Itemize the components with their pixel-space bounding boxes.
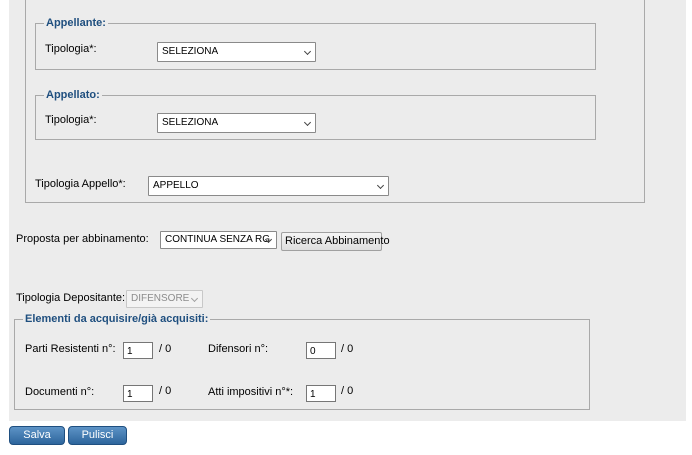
appellato-tipologia-label: Tipologia*: — [45, 114, 97, 126]
depositante-label: Tipologia Depositante: — [16, 292, 126, 304]
appellante-legend: Appellante: — [46, 17, 106, 29]
atti-impositivi-input[interactable]: 1 — [306, 385, 336, 402]
elementi-legend: Elementi da acquisire/già acquisiti: — [25, 313, 209, 325]
difensori-input[interactable]: 0 — [306, 342, 336, 359]
documenti-input[interactable]: 1 — [123, 385, 153, 402]
parti-resistenti-label: Parti Resistenti n°: — [25, 343, 116, 355]
proposta-label: Proposta per abbinamento: — [16, 233, 149, 245]
chevron-down-icon — [303, 47, 312, 56]
tipologia-appello-label: Tipologia Appello*: — [35, 178, 126, 190]
salva-button[interactable]: Salva — [9, 426, 65, 445]
parti-resistenti-input[interactable]: 1 — [123, 342, 153, 359]
appellato-tipologia-select[interactable]: SELEZIONA — [157, 113, 316, 133]
appellato-legend: Appellato: — [46, 89, 100, 101]
difensori-total: / 0 — [341, 343, 354, 355]
chevron-down-icon — [303, 118, 312, 127]
ricerca-abbinamento-button[interactable]: Ricerca Abbinamento — [281, 232, 390, 251]
elementi-fieldset: Elementi da acquisire/già acquisiti: — [14, 313, 590, 410]
atti-impositivi-label: Atti impositivi n°*: — [208, 386, 294, 398]
documenti-label: Documenti n°: — [25, 386, 95, 398]
appellante-tipologia-select[interactable]: SELEZIONA — [157, 42, 316, 62]
pulisci-button[interactable]: Pulisci — [68, 426, 127, 445]
parties-section: Appellante: Tipologia*: SELEZIONA Appell… — [25, 0, 645, 203]
documenti-total: / 0 — [159, 385, 172, 397]
atti-impositivi-total: / 0 — [341, 385, 354, 397]
parti-resistenti-total: / 0 — [159, 343, 172, 355]
chevron-down-icon — [190, 294, 199, 303]
form-panel: Appellante: Tipologia*: SELEZIONA Appell… — [9, 0, 686, 421]
depositante-select: DIFENSORE — [126, 290, 203, 308]
difensori-label: Difensori n°: — [208, 343, 269, 355]
chevron-down-icon — [376, 181, 385, 190]
proposta-select[interactable]: CONTINUA SENZA RG — [160, 231, 277, 249]
appellante-tipologia-label: Tipologia*: — [45, 43, 97, 55]
tipologia-appello-select[interactable]: APPELLO — [148, 176, 389, 196]
